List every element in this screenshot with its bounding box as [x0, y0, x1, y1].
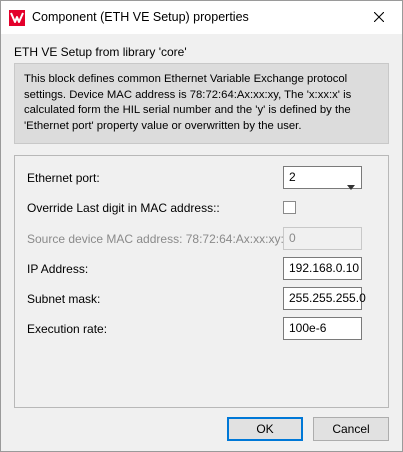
description-text: This block defines common Ethernet Varia… [24, 73, 352, 132]
title-bar: Component (ETH VE Setup) properties [1, 1, 402, 34]
source-mac-label: Source device MAC address: 78:72:64:Ax:x… [27, 232, 284, 246]
properties-dialog: Component (ETH VE Setup) properties ETH … [0, 0, 403, 452]
component-source-label: ETH VE Setup from library 'core' [14, 45, 187, 59]
app-logo-icon [9, 10, 25, 26]
description-box: This block defines common Ethernet Varia… [14, 63, 389, 144]
subnet-mask-input[interactable]: 255.255.255.0 [283, 287, 366, 310]
execution-rate-label: Execution rate: [27, 322, 108, 336]
properties-panel: Ethernet port: 2 Override Last digit in … [14, 155, 389, 408]
close-button[interactable] [356, 1, 402, 34]
cancel-button[interactable]: Cancel [313, 417, 389, 441]
window-title: Component (ETH VE Setup) properties [32, 10, 249, 24]
ethernet-port-select[interactable]: 2 [283, 166, 362, 190]
override-last-digit-label: Override Last digit in MAC address:: [27, 201, 220, 215]
ethernet-port-label: Ethernet port: [27, 171, 100, 185]
ip-address-label: IP Address: [27, 262, 89, 276]
ok-button[interactable]: OK [227, 417, 303, 441]
execution-rate-input[interactable]: 100e-6 [283, 317, 362, 340]
chevron-down-icon [347, 176, 355, 197]
ip-address-input[interactable]: 192.168.0.10 [283, 257, 362, 280]
subnet-mask-label: Subnet mask: [27, 292, 101, 306]
source-mac-input[interactable]: 0 [283, 227, 362, 250]
close-icon [373, 11, 385, 25]
override-last-digit-checkbox[interactable] [283, 201, 296, 214]
ethernet-port-value: 2 [289, 170, 296, 184]
